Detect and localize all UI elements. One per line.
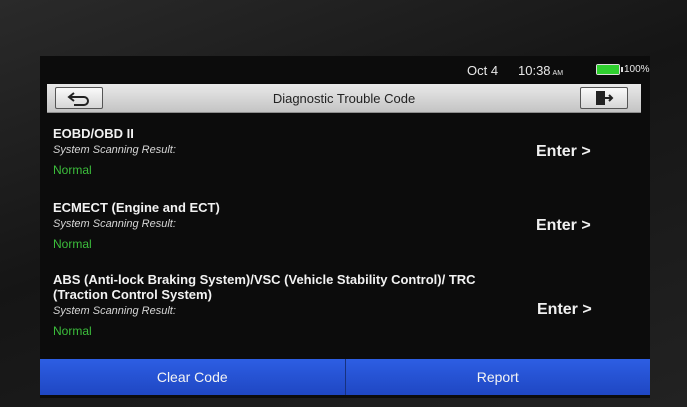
scan-status: Normal (53, 237, 92, 251)
battery-icon (596, 64, 623, 75)
scan-status: Normal (53, 163, 92, 177)
scan-result-label: System Scanning Result: (53, 305, 176, 317)
system-list: EOBD/OBD II System Scanning Result: Norm… (40, 114, 650, 358)
report-button[interactable]: Report (345, 359, 650, 395)
enter-button[interactable]: Enter > (536, 217, 591, 235)
status-date: Oct 4 (467, 63, 499, 78)
status-time: 10:38 AM (518, 63, 563, 78)
scan-status: Normal (53, 324, 92, 338)
bottom-action-bar: Clear Code Report (40, 359, 650, 395)
status-bar: Oct 4 10:38 AM 100% (40, 56, 650, 82)
system-name: ABS (Anti-lock Braking System)/VSC (Vehi… (53, 272, 476, 302)
enter-button[interactable]: Enter > (537, 301, 592, 319)
page-title: Diagnostic Trouble Code (272, 91, 416, 106)
enter-button[interactable]: Enter > (536, 143, 591, 161)
battery-tip (621, 67, 623, 72)
title-bar: Diagnostic Trouble Code (47, 84, 641, 113)
exit-button[interactable] (580, 87, 628, 109)
exit-door-icon (596, 91, 614, 105)
battery-fill (597, 65, 619, 74)
screen: Oct 4 10:38 AM 100% Diagnostic Trouble Co… (40, 56, 650, 398)
list-item[interactable]: ABS (Anti-lock Braking System)/VSC (Vehi… (53, 272, 493, 338)
status-ampm: AM (552, 70, 564, 77)
battery-percent: 100% (624, 64, 650, 75)
clear-code-button[interactable]: Clear Code (40, 359, 346, 395)
system-name: EOBD/OBD II (53, 126, 134, 141)
system-name: ECMECT (Engine and ECT) (53, 200, 220, 215)
status-clock: 10:38 (518, 63, 551, 78)
